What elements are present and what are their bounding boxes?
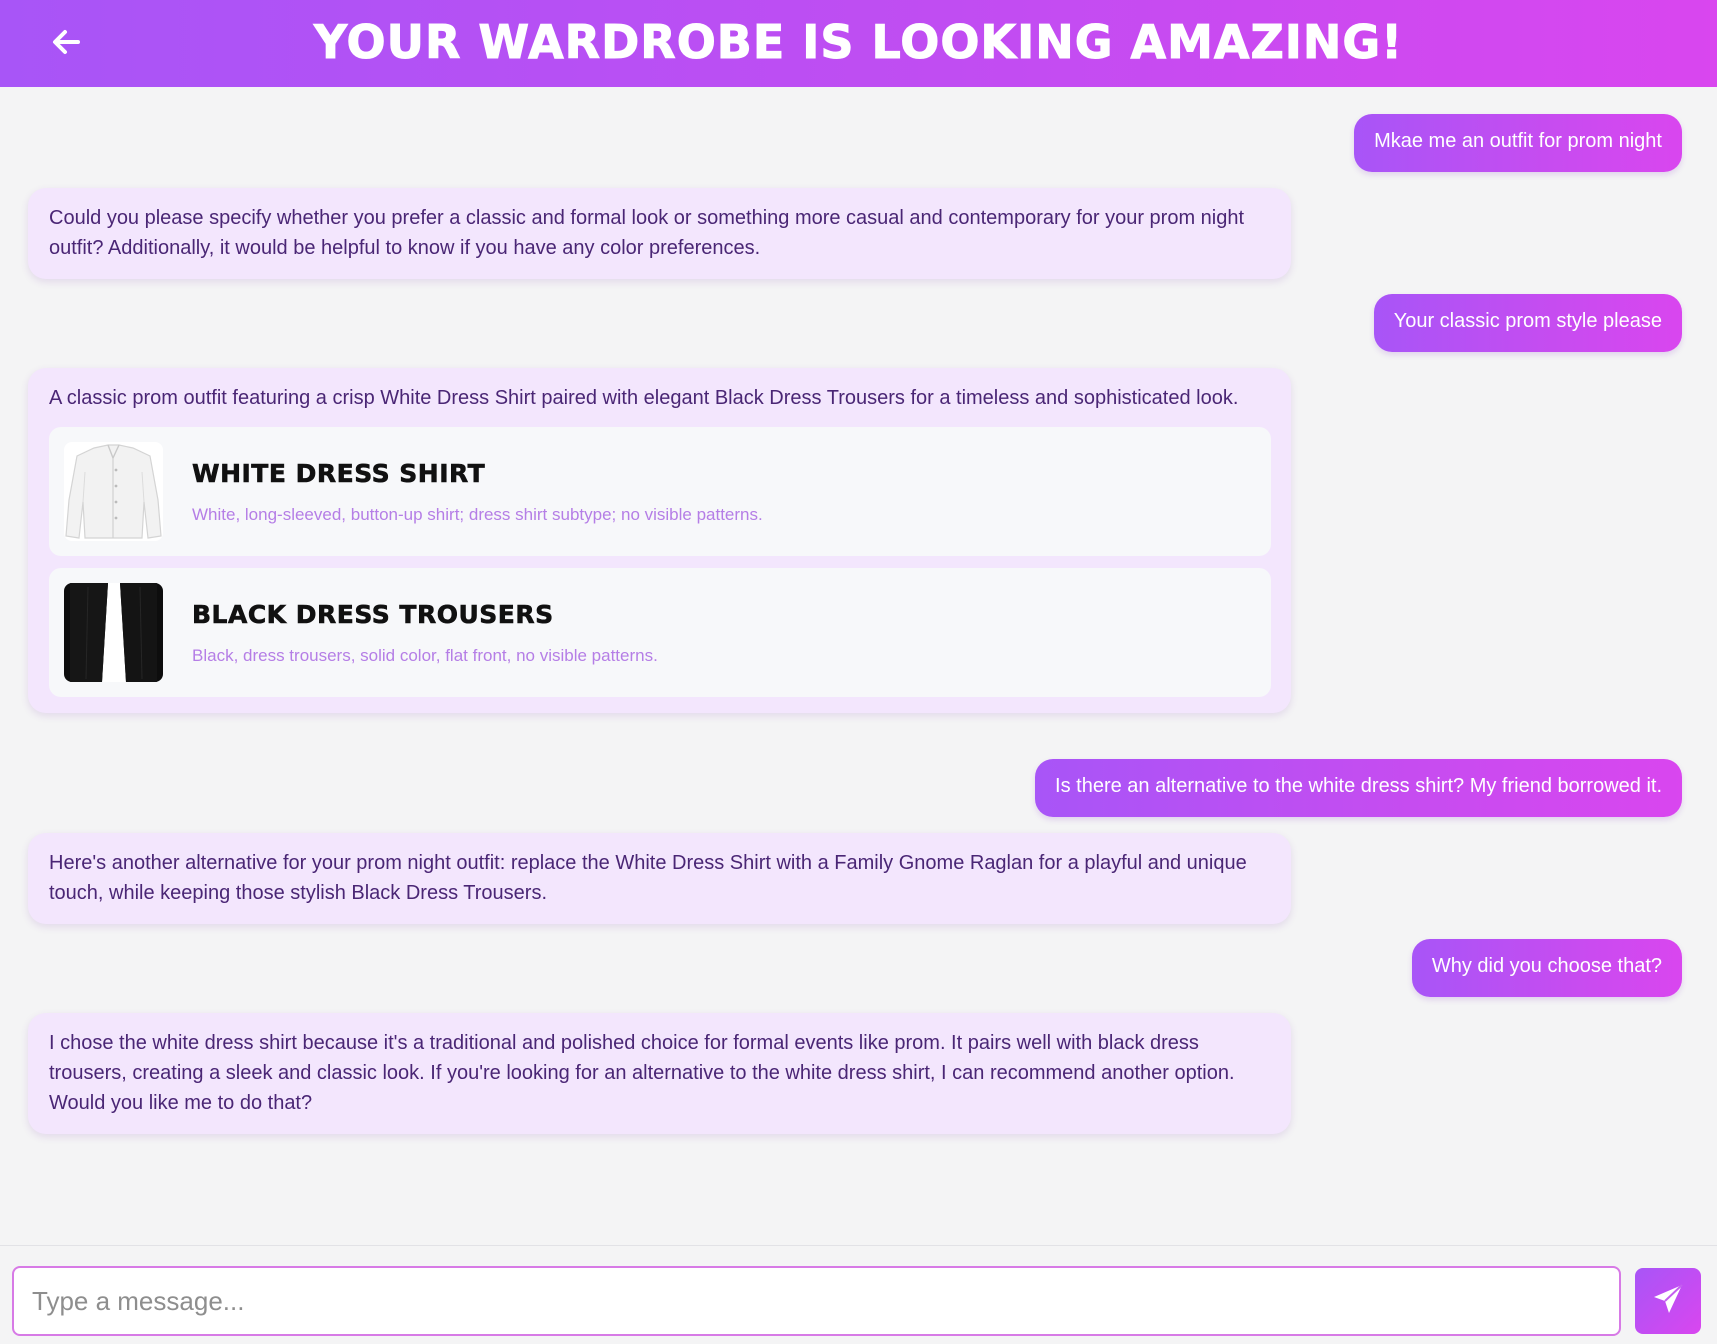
item-title: WHITE DRESS SHIRT bbox=[192, 459, 486, 489]
item-description: White, long-sleeved, button-up shirt; dr… bbox=[192, 505, 763, 524]
message-text: Is there an alternative to the white dre… bbox=[1055, 775, 1662, 797]
assistant-message: Could you please specify whether you pre… bbox=[28, 188, 1291, 279]
assistant-message: Here's another alternative for your prom… bbox=[28, 833, 1291, 924]
outfit-item-card[interactable]: WHITE DRESS SHIRT White, long-sleeved, b… bbox=[49, 427, 1271, 556]
send-icon bbox=[1651, 1282, 1685, 1320]
black-dress-trousers-image bbox=[64, 583, 163, 682]
page-title: YOUR WARDROBE IS LOOKING AMAZING! bbox=[313, 15, 1404, 70]
chat-log: Mkae me an outfit for prom night Could y… bbox=[0, 87, 1717, 1245]
assistant-message: I chose the white dress shirt because it… bbox=[28, 1013, 1291, 1134]
header-bar: YOUR WARDROBE IS LOOKING AMAZING! bbox=[0, 0, 1717, 87]
white-dress-shirt-image bbox=[64, 442, 163, 541]
message-text: Your classic prom style please bbox=[1393, 310, 1662, 332]
user-message: Why did you choose that? bbox=[1411, 939, 1682, 997]
user-message: Is there an alternative to the white dre… bbox=[1035, 759, 1682, 817]
message-text: Could you please specify whether you pre… bbox=[49, 207, 1245, 259]
message-text: Why did you choose that? bbox=[1431, 955, 1662, 977]
user-message: Mkae me an outfit for prom night bbox=[1354, 114, 1682, 172]
outfit-item-card[interactable]: BLACK DRESS TROUSERS Black, dress trouse… bbox=[49, 568, 1271, 697]
user-message: Your classic prom style please bbox=[1373, 294, 1682, 352]
assistant-message: A classic prom outfit featuring a crisp … bbox=[28, 368, 1291, 713]
item-title: BLACK DRESS TROUSERS bbox=[192, 600, 554, 630]
message-text: A classic prom outfit featuring a crisp … bbox=[49, 387, 1239, 409]
item-description: Black, dress trousers, solid color, flat… bbox=[192, 646, 658, 665]
chat-page: YOUR WARDROBE IS LOOKING AMAZING! Mkae m… bbox=[0, 0, 1717, 1344]
message-input[interactable] bbox=[12, 1266, 1621, 1336]
message-text: I chose the white dress shirt because it… bbox=[49, 1032, 1235, 1114]
send-button[interactable] bbox=[1635, 1268, 1701, 1334]
message-composer bbox=[0, 1245, 1717, 1344]
message-text: Here's another alternative for your prom… bbox=[49, 852, 1247, 904]
message-text: Mkae me an outfit for prom night bbox=[1374, 130, 1662, 152]
